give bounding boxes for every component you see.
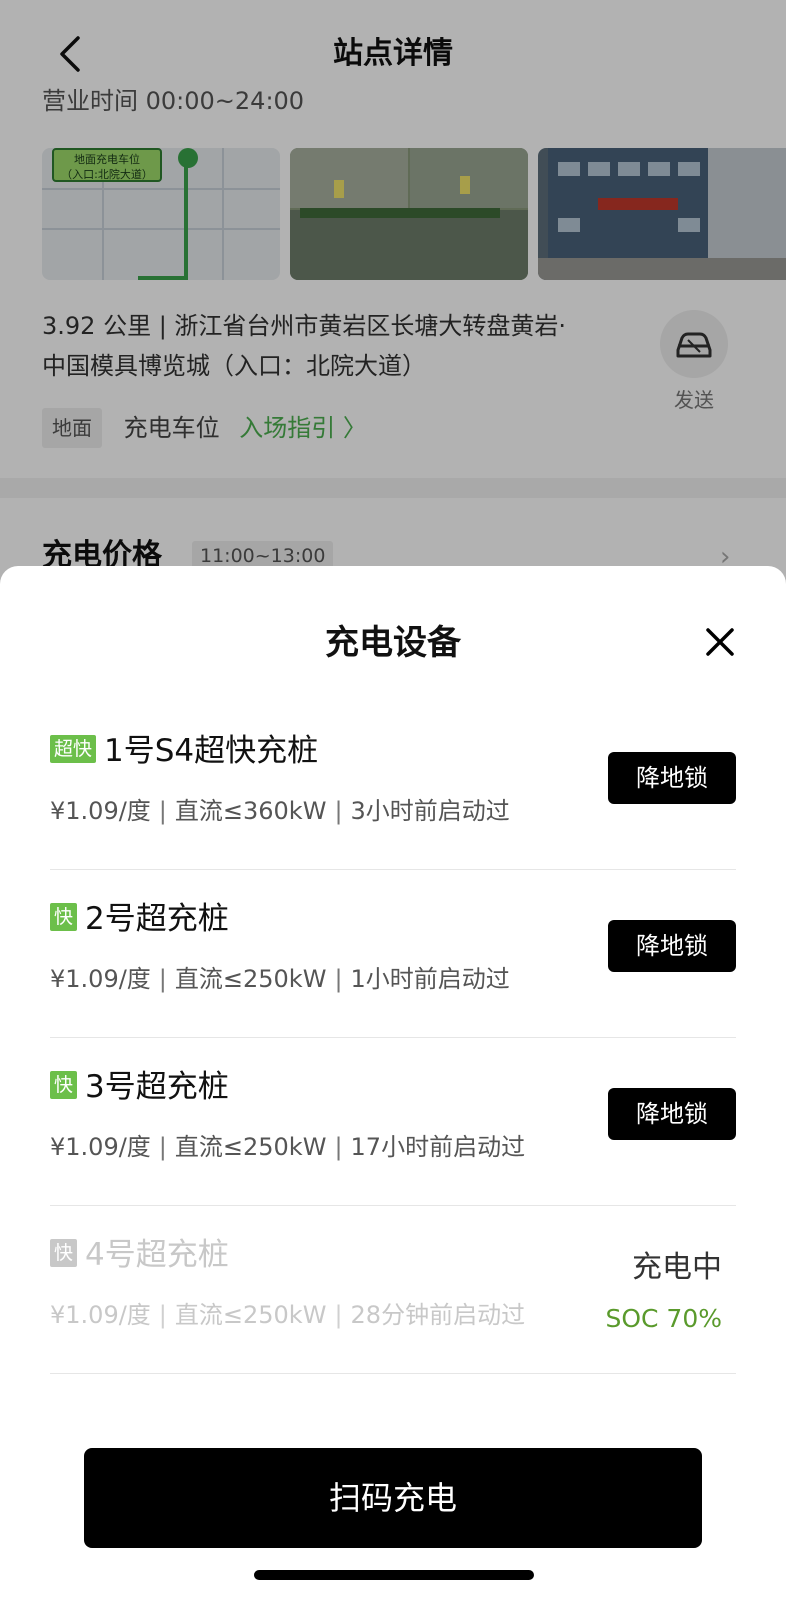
charger-badge: 超快: [50, 734, 97, 763]
charger-last-start: 3小时前启动过: [350, 797, 510, 825]
charger-price: ¥1.09/度: [50, 965, 151, 993]
lower-lock-button[interactable]: 降地锁: [608, 1088, 736, 1140]
home-indicator: [254, 1570, 534, 1580]
charger-power: 直流≤250kW: [174, 1301, 327, 1329]
soc-value: SOC 70%: [605, 1304, 722, 1333]
charger-name: 2号超充桩: [85, 900, 229, 937]
charger-badge: 快: [50, 902, 78, 931]
charger-item-1[interactable]: 超快 1号S4超快充桩 ¥1.09/度 | 直流≤360kW | 3小时前启动过 降地锁: [50, 702, 736, 870]
charger-item-2[interactable]: 快 2号超充桩 ¥1.09/度 | 直流≤250kW | 1小时前启动过 降地锁: [50, 870, 736, 1038]
charger-item-3[interactable]: 快 3号超充桩 ¥1.09/度 | 直流≤250kW | 17小时前启动过 降地锁: [50, 1038, 736, 1206]
charger-info: ¥1.09/度 | 直流≤360kW | 3小时前启动过: [50, 797, 510, 825]
lower-lock-button[interactable]: 降地锁: [608, 920, 736, 972]
charger-info: ¥1.09/度 | 直流≤250kW | 28分钟前启动过: [50, 1301, 526, 1329]
charger-last-start: 28分钟前启动过: [350, 1301, 526, 1329]
sheet-title: 充电设备: [325, 623, 461, 663]
charger-info: ¥1.09/度 | 直流≤250kW | 1小时前启动过: [50, 965, 510, 993]
charger-badge: 快: [50, 1070, 78, 1099]
charger-badge: 快: [50, 1238, 78, 1267]
charger-price: ¥1.09/度: [50, 797, 151, 825]
charger-power: 直流≤360kW: [174, 797, 327, 825]
charger-last-start: 1小时前启动过: [350, 965, 510, 993]
charger-power: 直流≤250kW: [174, 965, 327, 993]
charger-name: 3号超充桩: [85, 1068, 229, 1105]
charger-name: 4号超充桩: [85, 1236, 229, 1273]
charger-list-sheet: 充电设备 超快 1号S4超快充桩 ¥1.09/度 | 直流≤360kW | 3小时前启动过…: [0, 566, 786, 1597]
charger-name: 1号S4超快充桩: [104, 732, 319, 769]
charging-status: 充电中: [632, 1250, 722, 1285]
charger-price: ¥1.09/度: [50, 1133, 151, 1161]
scan-charge-button[interactable]: 扫码充电: [84, 1448, 702, 1548]
lower-lock-button[interactable]: 降地锁: [608, 752, 736, 804]
charger-last-start: 17小时前启动过: [350, 1133, 526, 1161]
charger-power: 直流≤250kW: [174, 1133, 327, 1161]
close-icon[interactable]: [700, 622, 740, 662]
row-divider: [50, 1373, 736, 1374]
charger-info: ¥1.09/度 | 直流≤250kW | 17小时前启动过: [50, 1133, 526, 1161]
charger-price: ¥1.09/度: [50, 1301, 151, 1329]
charger-item-4[interactable]: 快 4号超充桩 ¥1.09/度 | 直流≤250kW | 28分钟前启动过 充电中 SOC…: [50, 1206, 736, 1374]
